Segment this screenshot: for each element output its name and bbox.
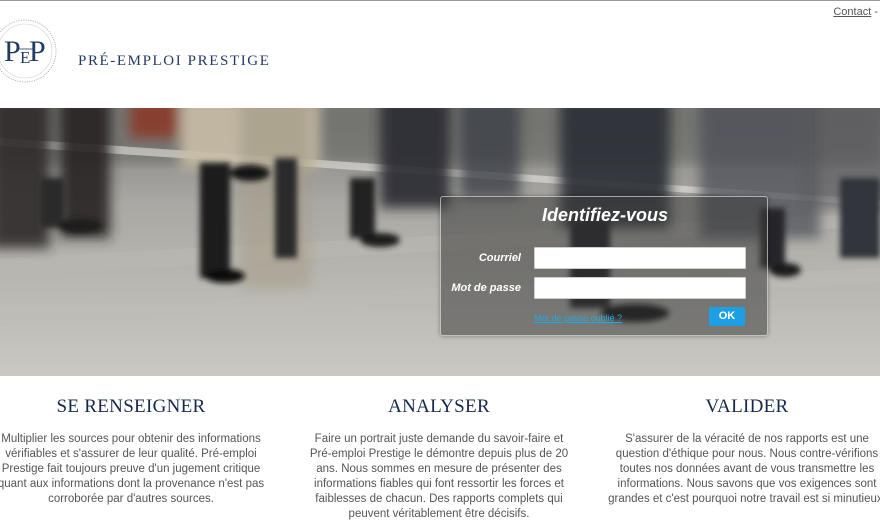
email-field[interactable] bbox=[534, 247, 746, 269]
ok-button[interactable]: OK bbox=[709, 307, 745, 326]
section-se-renseigner: SE RENSEIGNER Multiplier les sources pou… bbox=[0, 396, 272, 507]
logo-seal[interactable]: P E P bbox=[0, 18, 58, 84]
password-field[interactable] bbox=[534, 277, 746, 299]
login-title: Identifiez-vous bbox=[541, 205, 668, 225]
top-links: Contact - bbox=[833, 6, 878, 18]
section-text: Multiplier les sources pour obtenir des … bbox=[0, 433, 265, 505]
login-panel: Identifiez-vous Courriel Mot de passe Mo… bbox=[440, 196, 768, 336]
brand-name: PRÉ-EMPLOI PRESTIGE bbox=[78, 53, 271, 69]
top-links-separator: - bbox=[871, 6, 878, 18]
section-text: S'assurer de la véracité de nos rapports… bbox=[608, 433, 880, 505]
section-analyser: ANALYSER Faire un portrait juste demande… bbox=[303, 396, 575, 520]
section-title: VALIDER bbox=[705, 396, 789, 417]
forgot-password-link[interactable]: Mot de passe oublié ? bbox=[534, 313, 622, 323]
logo-letter-p1: P bbox=[4, 35, 21, 68]
contact-link[interactable]: Contact bbox=[833, 6, 871, 18]
section-title: SE RENSEIGNER bbox=[56, 396, 206, 417]
logo-letter-p2: P bbox=[29, 35, 46, 68]
top-border bbox=[0, 0, 880, 1]
section-title: ANALYSER bbox=[388, 396, 490, 417]
section-valider: VALIDER S'assurer de la véracité de nos … bbox=[606, 396, 880, 507]
email-label: Courriel bbox=[478, 252, 521, 264]
password-label: Mot de passe bbox=[451, 282, 521, 294]
section-text: Faire un portrait juste demande du savoi… bbox=[309, 433, 569, 520]
